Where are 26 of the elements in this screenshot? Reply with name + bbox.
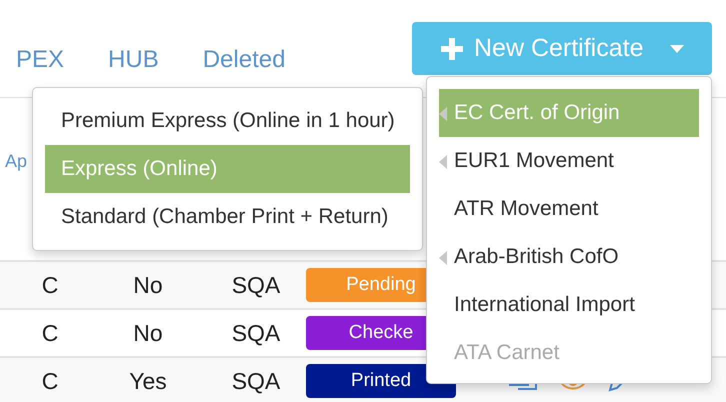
submenu-caret-icon (439, 155, 447, 169)
table-cell: SQA (232, 320, 280, 346)
plus-icon (440, 36, 464, 60)
caret-icon (670, 44, 684, 52)
table-cell: No (133, 320, 163, 346)
menu-item: ATA Carnet (453, 340, 560, 366)
table-cell: No (133, 272, 163, 298)
nav-tab[interactable]: HUB (108, 45, 159, 75)
new-certificate-button[interactable]: New Certificate (412, 22, 712, 75)
menu-item[interactable]: EUR1 Movement (439, 137, 699, 185)
table-cell: C (42, 272, 58, 298)
table-cell: C (42, 368, 58, 394)
table-cell: Yes (129, 368, 167, 394)
menu-item[interactable]: Standard (Chamber Print + Return) (45, 193, 410, 241)
menu-item[interactable]: Premium Express (Online in 1 hour) (45, 97, 410, 145)
submenu-caret-icon (439, 251, 447, 265)
table-cell: C (42, 320, 58, 346)
nav-tab[interactable]: PEX (16, 45, 64, 75)
nav-tab[interactable]: Deleted (202, 45, 286, 75)
submenu-caret-icon (439, 107, 447, 121)
table-cell: SQA (232, 368, 280, 394)
menu-item[interactable]: Express (Online) (45, 145, 410, 193)
menu-item[interactable]: EC Cert. of Origin (439, 89, 699, 137)
menu-item[interactable]: ATR Movement (439, 185, 699, 233)
table-cell: SQA (232, 272, 280, 298)
link[interactable]: Ap (5, 150, 28, 172)
